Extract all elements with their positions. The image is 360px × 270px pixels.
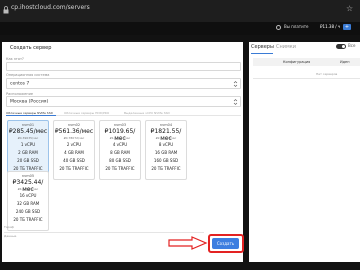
- plan-cpu: 4 vCPU: [112, 142, 128, 147]
- plan-traffic: 20 ТБ TRAFFIC: [151, 166, 181, 171]
- plan-card[interactable]: nvm02 ₽561.36/мес ₽0.78072/час 2 vCPU 4 …: [53, 120, 95, 180]
- plan-disk: 80 GB SSD: [109, 158, 131, 163]
- plan-ram: 16 GB RAM: [154, 150, 178, 155]
- plan-hourly: ₽0.78072/час: [63, 136, 85, 140]
- plan-name: nvm05: [21, 174, 35, 178]
- balance-icon: [276, 25, 281, 30]
- empty-state-text: Нет серверов: [316, 72, 338, 76]
- lock-icon: [3, 6, 9, 14]
- servers-panel: Серверы Снимки: [249, 42, 360, 262]
- tab-active-underline: [251, 53, 273, 54]
- plan-hourly: ₽0.39635/час: [17, 136, 39, 140]
- bookmark-star-icon[interactable]: ☆: [346, 4, 353, 13]
- show-all-toggle[interactable]: [336, 44, 346, 49]
- updown-chevron-icon: [233, 99, 238, 105]
- column-config: Конфигурация: [283, 60, 311, 64]
- os-label: Операционная система: [6, 73, 50, 77]
- plan-card[interactable]: nvm03 ₽1019.65/мес ₽1.41627/час 4 vCPU 8…: [99, 120, 141, 180]
- plan-ram: 4 GB RAM: [64, 150, 84, 155]
- plan-price: ₽561.36/мес: [54, 128, 94, 135]
- url-text[interactable]: cp.ihostcloud.com/servers: [11, 4, 90, 11]
- card-title: Создать сервер: [10, 45, 52, 51]
- column-id: Иден: [340, 60, 350, 64]
- red-arrow-annotation: [168, 236, 208, 250]
- os-select[interactable]: centos 7: [6, 78, 241, 89]
- plan-hourly: ₽2.53190/час: [155, 136, 177, 140]
- plan-hourly: ₽1.41627/час: [109, 136, 131, 140]
- plan-card[interactable]: nvm05 ₽3425.44/мес ₽4.47555/час 16 vCPU …: [7, 171, 49, 231]
- plan-cpu: 16 vCPU: [19, 193, 37, 198]
- plan-ram: 2 GB RAM: [18, 150, 38, 155]
- plan-name: nvm04: [159, 123, 173, 127]
- plan-cpu: 2 vCPU: [66, 142, 82, 147]
- location-value: Москва (Россия): [10, 99, 49, 104]
- plan-tabs: Облачные серверы NVMe SSD Облачные серве…: [6, 110, 241, 116]
- plan-name: nvm03: [113, 123, 127, 127]
- os-value: centos 7: [10, 81, 30, 86]
- tab-hdd[interactable]: Облачные серверы HDD/PRO: [64, 111, 109, 115]
- divider: [4, 232, 204, 233]
- tariff-note: Тариф: [4, 225, 15, 229]
- name-input[interactable]: [6, 62, 241, 71]
- plan-disk: 240 GB SSD: [15, 209, 41, 214]
- plan-disk: 20 GB SSD: [17, 158, 39, 163]
- location-select[interactable]: Москва (Россия): [6, 96, 241, 107]
- plan-disk: 160 GB SSD: [153, 158, 179, 163]
- balance-label: Вы платите: [284, 24, 309, 29]
- name-label: Как этот?: [6, 57, 24, 61]
- tab-snapshots[interactable]: Снимки: [276, 44, 296, 50]
- plan-price: ₽285.45/мес: [8, 128, 48, 135]
- plan-traffic: 20 ТБ TRAFFIC: [105, 166, 135, 171]
- toggle-label: Все: [348, 43, 356, 48]
- plan-card[interactable]: nvm04 ₽1821.55/мес ₽2.53190/час 8 vCPU 1…: [145, 120, 187, 180]
- tab-active-underline: [6, 115, 56, 116]
- plan-traffic: 20 ТБ TRAFFIC: [13, 217, 43, 222]
- plan-cpu: 8 vCPU: [158, 142, 174, 147]
- plan-ram: 32 GB RAM: [16, 201, 40, 206]
- create-server-button[interactable]: Создать: [212, 238, 239, 249]
- table-divider: [253, 78, 360, 79]
- plan-name: nvm01: [21, 123, 35, 127]
- plan-disk: 40 GB SSD: [63, 158, 85, 163]
- plan-ram: 8 GB RAM: [110, 150, 130, 155]
- footer-text: Данные: [4, 234, 17, 238]
- plan-traffic: 20 ТБ TRAFFIC: [59, 166, 89, 171]
- add-balance-button[interactable]: +: [343, 24, 351, 30]
- tab-dedicated[interactable]: Выделенные vCPU NVMe SSD: [124, 111, 170, 115]
- updown-chevron-icon: [233, 81, 238, 87]
- browser-address-bar: cp.ihostcloud.com/servers ☆: [0, 0, 360, 22]
- tab-servers[interactable]: Серверы: [251, 44, 274, 50]
- plan-name: nvm02: [67, 123, 81, 127]
- plan-cpu: 1 vCPU: [20, 142, 36, 147]
- plan-hourly: ₽4.47555/час: [17, 187, 39, 191]
- balance-value: ₽11.38 / ч: [320, 24, 341, 29]
